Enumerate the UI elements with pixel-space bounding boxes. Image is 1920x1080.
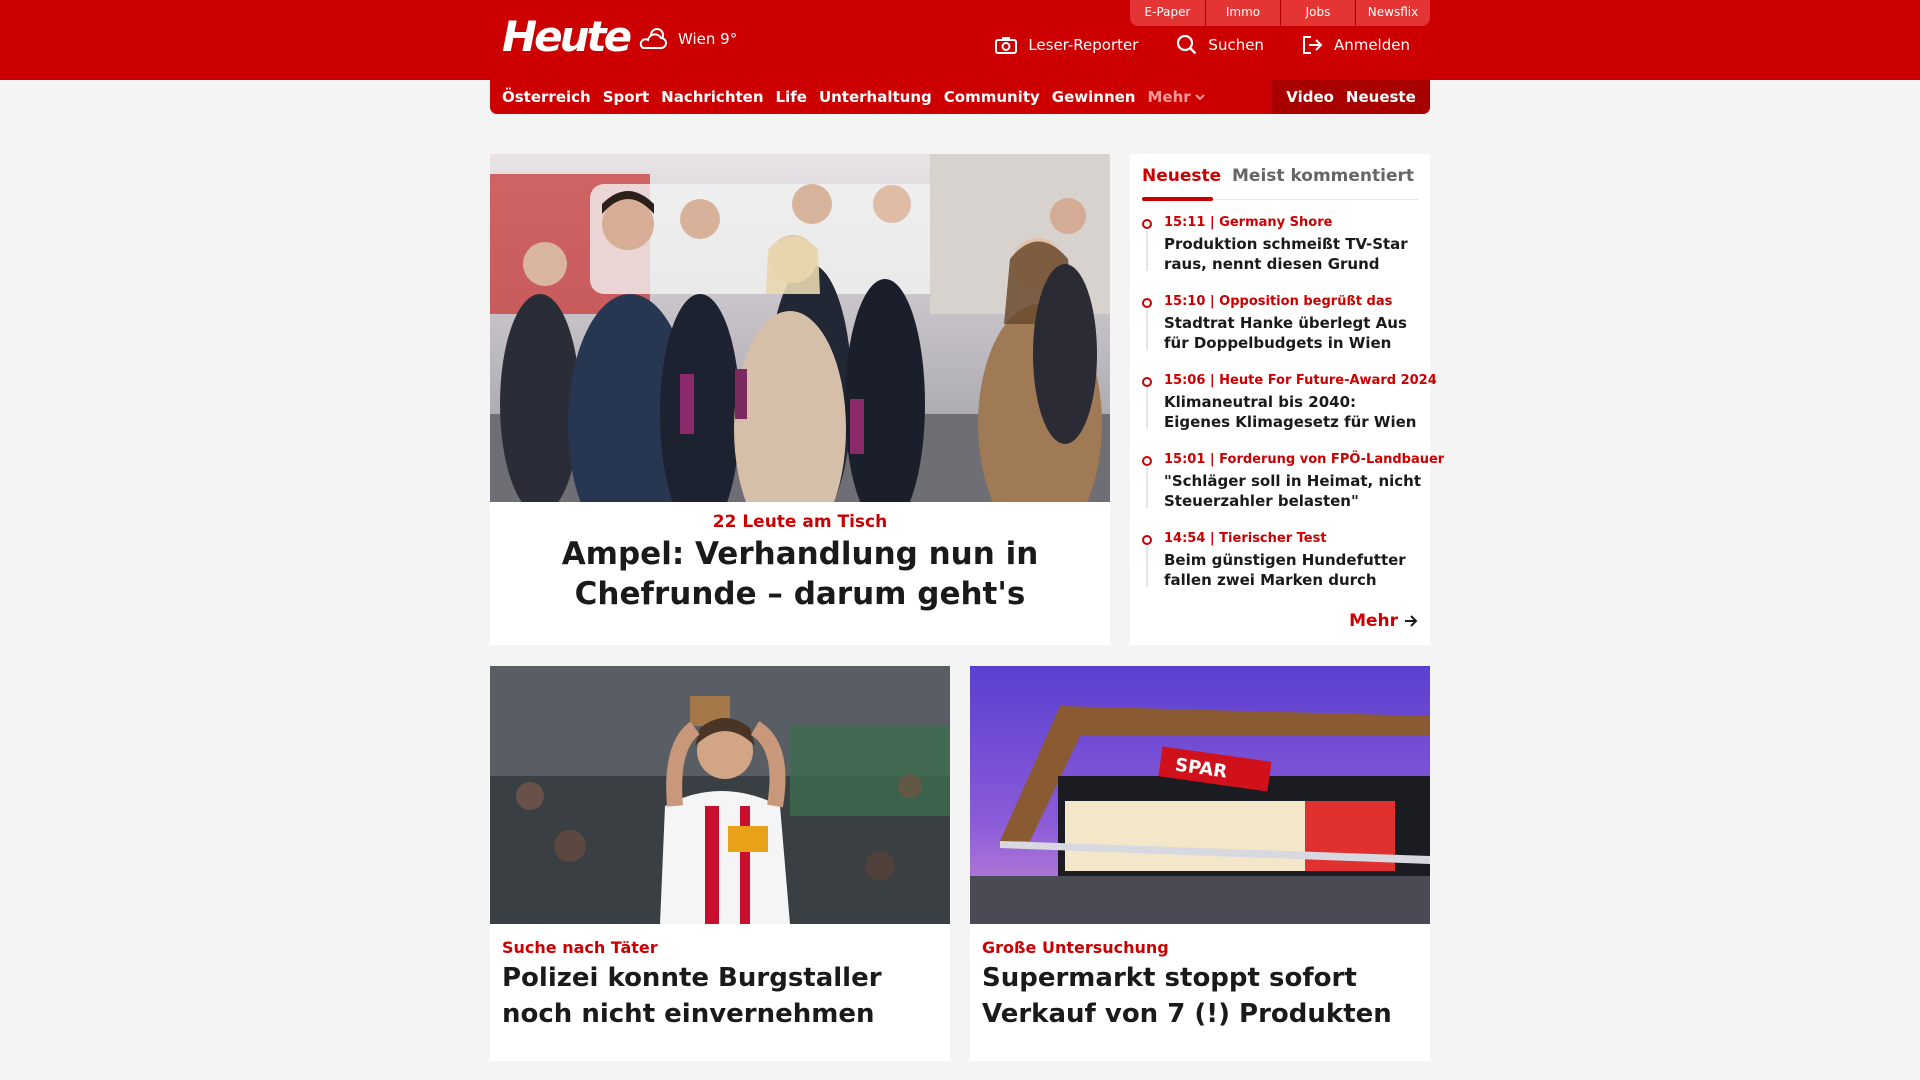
timeline-line [1146,310,1148,350]
login-label: Anmelden [1333,35,1410,54]
service-tabs: E-Paper Immo Jobs Newsflix [1130,0,1430,26]
news-title[interactable]: Stadtrat Hanke überlegt Aus für Doppelbu… [1164,313,1422,353]
timeline-dot [1142,219,1152,229]
news-list: 15:11 | Germany Shore Produktion schmeiß… [1142,214,1445,609]
chevron-down-icon [1194,93,1205,101]
nav-left: Österreich Sport Nachrichten Life Unterh… [502,80,1205,114]
arrow-right-icon [1404,615,1418,627]
list-item[interactable]: 15:11 | Germany Shore Produktion schmeiß… [1142,214,1422,293]
news-title[interactable]: Produktion schmeißt TV-Star raus, nennt … [1164,234,1422,274]
news-title[interactable]: "Schläger soll in Heimat, nicht Steuerza… [1164,471,1422,511]
tab-neueste[interactable]: Neueste [1142,166,1221,186]
nav-more-label: Mehr [1147,88,1191,106]
card-kicker: Große Untersuchung [982,938,1169,957]
service-tab-jobs[interactable]: Jobs [1280,0,1355,26]
login-button[interactable]: Anmelden [1302,34,1410,55]
timeline-line [1146,547,1148,587]
nav-item-sport[interactable]: Sport [603,88,649,106]
hero-kicker: 22 Leute am Tisch [712,512,888,532]
list-item[interactable]: 15:10 | Opposition begrüßt das Stadtrat … [1142,293,1422,372]
service-tab-epaper[interactable]: E-Paper [1130,0,1205,26]
leser-reporter-button[interactable]: Leser-Reporter [995,34,1138,55]
nav-item-community[interactable]: Community [944,88,1040,106]
service-tab-immo[interactable]: Immo [1205,0,1280,26]
card-headline[interactable]: Supermarkt stoppt sofort Verkauf von 7 (… [982,960,1422,1032]
main-nav: Österreich Sport Nachrichten Life Unterh… [490,80,1430,114]
article-card-burgstaller[interactable]: Suche nach Täter Polizei konnte Burgstal… [490,666,950,1061]
latest-news-widget: Neueste Meist kommentiert 15:11 | German… [1130,154,1445,645]
nav-item-neueste[interactable]: Neueste [1346,88,1416,106]
timeline-line [1146,231,1148,271]
more-news-link[interactable]: Mehr [1349,611,1418,631]
news-meta: 14:54 | Tierischer Test [1164,531,1327,546]
football-player-image[interactable] [490,666,950,924]
sidebar-tabs: Neueste Meist kommentiert [1142,162,1418,201]
cloud-sun-icon [638,26,670,52]
weather-widget[interactable]: Wien 9° [638,26,737,52]
more-news-label: Mehr [1349,611,1398,631]
hero-image[interactable] [490,154,1110,502]
nav-item-video[interactable]: Video [1286,88,1334,106]
list-item[interactable]: 15:01 | Forderung von FPÖ-Landbauer "Sch… [1142,451,1445,530]
news-meta: 15:01 | Forderung von FPÖ-Landbauer [1164,452,1445,467]
timeline-line [1146,468,1148,508]
hero-headline[interactable]: Ampel: Verhandlung nun in Chefrunde – da… [495,534,1105,614]
active-tab-indicator [1142,197,1213,201]
article-card-supermarkt[interactable]: SPAR Große Untersuchung Supermarkt stopp… [970,666,1430,1061]
nav-right: Video Neueste [1272,80,1430,114]
search-icon [1176,34,1197,55]
search-button[interactable]: Suchen [1176,34,1264,55]
timeline-dot [1142,535,1152,545]
header-inner: Heute Wien 9° E-Paper Immo Jobs Newsflix… [490,0,1430,80]
list-item[interactable]: 14:54 | Tierischer Test Beim günstigen H… [1142,530,1422,609]
card-headline[interactable]: Polizei konnte Burgstaller noch nicht ei… [502,960,942,1032]
news-meta: 15:11 | Germany Shore [1164,215,1333,230]
timeline-line [1146,389,1148,429]
nav-item-oesterreich[interactable]: Österreich [502,88,591,106]
news-meta: 15:10 | Opposition begrüßt das [1164,294,1393,309]
nav-item-life[interactable]: Life [776,88,807,106]
nav-item-gewinnen[interactable]: Gewinnen [1052,88,1136,106]
news-meta: 15:06 | Heute For Future-Award 2024 [1164,373,1437,388]
supermarket-image[interactable]: SPAR [970,666,1430,924]
heute-logo[interactable]: Heute [502,12,632,62]
timeline-dot [1142,298,1152,308]
service-tab-newsflix[interactable]: Newsflix [1355,0,1430,26]
header-actions: Leser-Reporter Suchen Anmelden [995,34,1410,55]
leser-reporter-label: Leser-Reporter [1028,35,1139,54]
card-kicker: Suche nach Täter [502,938,658,957]
news-title[interactable]: Beim günstigen Hundefutter fallen zwei M… [1164,550,1422,590]
nav-item-nachrichten[interactable]: Nachrichten [661,88,763,106]
camera-icon [995,36,1018,54]
login-icon [1302,35,1323,55]
hero-article[interactable]: 22 Leute am Tisch Ampel: Verhandlung nun… [490,154,1110,645]
site-header: Heute Wien 9° E-Paper Immo Jobs Newsflix… [0,0,1920,80]
list-item[interactable]: 15:06 | Heute For Future-Award 2024 Klim… [1142,372,1437,451]
timeline-dot [1142,377,1152,387]
search-label: Suchen [1208,35,1264,54]
nav-more-dropdown[interactable]: Mehr [1147,88,1205,106]
weather-label: Wien 9° [678,30,738,48]
timeline-dot [1142,456,1152,466]
nav-item-unterhaltung[interactable]: Unterhaltung [819,88,932,106]
news-title[interactable]: Klimaneutral bis 2040: Eigenes Klimagese… [1164,392,1422,432]
tab-meist-kommentiert[interactable]: Meist kommentiert [1232,166,1414,186]
